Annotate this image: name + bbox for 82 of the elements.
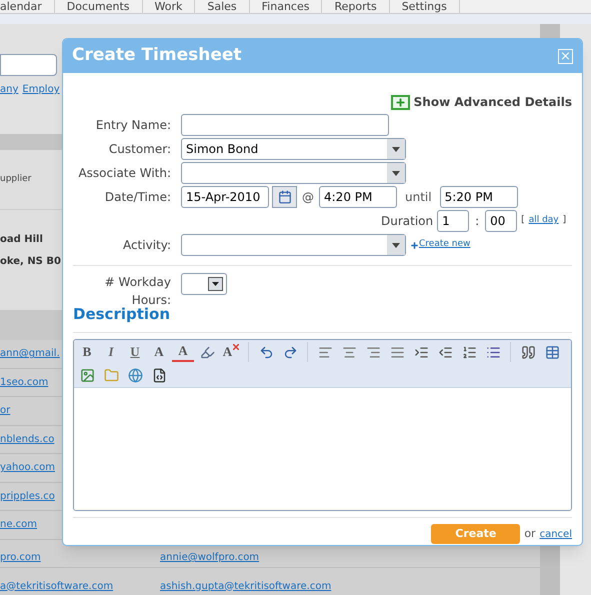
email-link[interactable]: pro.com [0,550,41,565]
nav-tab[interactable]: Work [142,0,196,13]
font-size-button[interactable]: A [148,342,170,362]
italic-button[interactable]: I [100,342,122,362]
calendar-button[interactable] [272,186,297,208]
outdent-icon [438,344,452,360]
workday-hours-select[interactable] [181,273,227,295]
all-day-link[interactable]: all day [528,214,559,228]
dialog-title: Create Timesheet [72,44,242,68]
field-label: Customer: [108,142,171,156]
align-center-icon [342,344,356,360]
field-label: # Workday Hours: [104,274,171,308]
align-left-icon [318,344,332,360]
remove-cross-icon [233,344,240,350]
at-sign: @ [301,189,315,206]
description-heading: Description [73,305,172,323]
end-time-field[interactable]: 5:20 PM [440,186,518,208]
until-label: until [404,189,433,206]
bracket: [ [521,214,525,228]
email-link[interactable]: ann@gmail. [0,346,60,362]
clear-format-button[interactable]: A [220,342,242,362]
email-link[interactable]: pripples.co [0,488,55,504]
date-field[interactable]: 15-Apr-2010 [181,186,269,208]
duration-hours-field[interactable]: 1 [437,210,470,232]
bullet-list-icon [486,344,500,360]
entry-name-field[interactable] [181,114,389,136]
customer-select[interactable]: Simon Bond [181,138,406,160]
duration-label: Duration [381,213,434,230]
email-link[interactable]: a@tekritisoftware.com [0,578,114,594]
field-label: Date/Time: [104,190,171,204]
email-link[interactable]: nblends.co [0,432,54,447]
redo-icon [282,344,298,360]
source-code-icon [152,368,166,382]
calendar-icon [278,190,292,204]
nav-tab[interactable]: Sales [195,0,250,13]
rich-text-editor[interactable]: B I U A A A [73,339,572,511]
nav-tab[interactable]: Finances [250,0,322,13]
highlighter-icon [200,344,214,360]
bracket: ] [562,214,566,228]
duration-minutes-field[interactable]: 00 [485,210,518,232]
folder-icon [104,368,118,382]
cancel-link[interactable]: cancel [540,526,572,542]
nav-tab[interactable]: Settings [390,0,460,13]
font-color-button[interactable]: A [172,342,194,362]
supplier-text: upplier [0,172,32,186]
image-icon [80,368,94,382]
undo-icon [258,344,274,360]
nav-tab[interactable]: Reports [322,0,390,13]
email-link[interactable]: 1seo.com [0,374,48,390]
filter-link[interactable]: Employ [22,82,60,97]
filter-link[interactable]: any [0,82,18,97]
indent-icon [414,344,428,360]
bold-button[interactable]: B [76,342,98,362]
table-icon [544,344,560,360]
field-label: Associate With: [77,166,171,180]
activity-select[interactable] [181,234,406,256]
underline-button[interactable]: U [124,342,146,362]
or-text: or [524,526,536,542]
email-link[interactable]: ashish.gupta@tekritisoftware.com [160,578,332,594]
globe-icon [128,368,142,382]
email-link[interactable]: annie@wolfpro.com [160,550,260,565]
search-field[interactable] [0,54,57,76]
time-separator: : [474,213,480,230]
address-line: oke, NS B0 [0,255,61,269]
align-right-icon [366,344,380,360]
justify-icon [390,344,404,360]
create-new-link[interactable]: Create new [419,238,470,252]
nav-tab[interactable]: Documents [54,0,143,13]
start-time-field[interactable]: 4:20 PM [319,186,397,208]
nav-tab[interactable]: alendar [0,0,55,13]
email-link[interactable]: ne.com [0,517,38,532]
address-line: oad Hill [0,233,43,247]
field-label: Activity: [122,238,171,252]
email-link[interactable]: or [0,403,10,418]
expand-plus-icon [390,94,410,110]
field-label: Entry Name: [94,118,171,132]
associate-with-select[interactable] [181,162,406,184]
numbered-list-icon [462,344,476,360]
email-link[interactable]: yahoo.com [0,460,55,476]
quote-icon [520,344,536,360]
plus-icon [410,240,419,250]
advanced-details-link[interactable]: Show Advanced Details [414,93,572,111]
